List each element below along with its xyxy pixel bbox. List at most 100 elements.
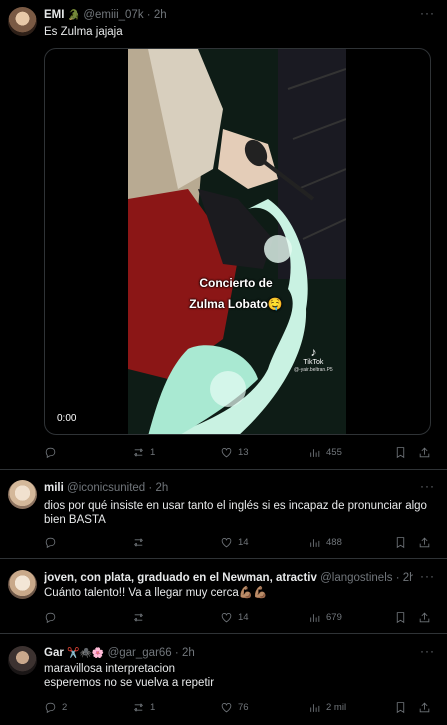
tweet-text: dios por qué insiste en usar tanto el in… bbox=[44, 500, 427, 526]
timestamp[interactable]: 2h bbox=[154, 9, 167, 21]
views-button[interactable]: 488 bbox=[308, 536, 342, 549]
timestamp[interactable]: 2h bbox=[182, 647, 195, 659]
bookmark-icon bbox=[394, 611, 407, 624]
tweet-actions: 14 488 bbox=[44, 536, 435, 552]
separator: · bbox=[146, 9, 151, 21]
tiktok-watermark: ♪ TikTok @-yair.beltran.P5 bbox=[294, 345, 333, 373]
like-icon bbox=[220, 701, 233, 714]
retweet-count: 1 bbox=[150, 702, 156, 713]
share-button[interactable] bbox=[418, 611, 431, 624]
like-count: 14 bbox=[238, 612, 249, 623]
views-button[interactable]: 2 mil bbox=[308, 701, 346, 714]
bookmark-button[interactable] bbox=[394, 701, 407, 714]
share-icon bbox=[418, 536, 431, 549]
share-button[interactable] bbox=[418, 446, 431, 459]
retweet-button[interactable]: 1 bbox=[132, 701, 155, 714]
reply-button[interactable]: 2 bbox=[44, 701, 67, 714]
more-options-icon[interactable]: ··· bbox=[420, 6, 435, 20]
bookmark-icon bbox=[394, 536, 407, 549]
author-handle[interactable]: @iconicsunited bbox=[67, 482, 145, 494]
like-button[interactable]: 14 bbox=[220, 611, 249, 624]
more-options-icon[interactable]: ··· bbox=[420, 479, 435, 493]
separator: · bbox=[148, 482, 153, 494]
more-options-icon[interactable]: ··· bbox=[420, 569, 435, 583]
timestamp[interactable]: 2h bbox=[403, 572, 413, 584]
name-emoji: ✂️🕷️🌸 bbox=[67, 648, 105, 659]
views-icon bbox=[308, 611, 321, 624]
reply-button[interactable] bbox=[44, 611, 62, 624]
views-count: 488 bbox=[326, 537, 342, 548]
views-icon bbox=[308, 446, 321, 459]
tweet-text: Cuánto talento!! Va a llegar muy cerca💪🏽… bbox=[44, 587, 268, 599]
bookmark-button[interactable] bbox=[394, 611, 407, 624]
tweet-text-line-2: esperemos no se vuelva a repetir bbox=[44, 677, 215, 689]
like-button[interactable]: 13 bbox=[220, 446, 249, 459]
avatar[interactable] bbox=[8, 480, 37, 509]
bookmark-button[interactable] bbox=[394, 536, 407, 549]
author-name[interactable]: Gar bbox=[44, 647, 64, 659]
retweet-icon bbox=[132, 446, 145, 459]
reply-icon bbox=[44, 701, 57, 714]
like-icon bbox=[220, 446, 233, 459]
caption-line-2: Zulma Lobato🤤 bbox=[189, 297, 283, 311]
views-count: 2 mil bbox=[326, 702, 347, 713]
like-count: 76 bbox=[238, 702, 249, 713]
tiktok-icon: ♪ bbox=[310, 345, 317, 359]
tweet-joven[interactable]: joven, con plata, graduado en el Newman,… bbox=[0, 559, 447, 634]
tweet-actions: 2 1 76 2 mil bbox=[44, 701, 435, 717]
separator: · bbox=[174, 647, 179, 659]
views-count: 679 bbox=[326, 612, 342, 623]
retweet-icon bbox=[132, 701, 145, 714]
like-icon bbox=[220, 536, 233, 549]
retweet-icon bbox=[132, 611, 145, 624]
avatar[interactable] bbox=[8, 646, 37, 675]
caption-line-1: Concierto de bbox=[199, 276, 273, 290]
share-button[interactable] bbox=[418, 536, 431, 549]
retweet-button[interactable] bbox=[132, 536, 150, 549]
reply-button[interactable] bbox=[44, 446, 62, 459]
share-icon bbox=[418, 701, 431, 714]
name-emoji: 🐊 bbox=[67, 10, 81, 21]
views-count: 455 bbox=[326, 447, 342, 458]
reply-icon bbox=[44, 611, 57, 624]
retweet-count: 1 bbox=[150, 447, 156, 458]
like-button[interactable]: 14 bbox=[220, 536, 249, 549]
tweet-actions: 1 13 455 bbox=[44, 446, 435, 462]
avatar[interactable] bbox=[8, 7, 37, 36]
video-player[interactable]: Concierto de Zulma Lobato🤤 ♪ TikTok @-ya… bbox=[44, 48, 431, 435]
tweet-gar[interactable]: Gar ✂️🕷️🌸 @gar_gar66 · 2h ··· maravillos… bbox=[0, 634, 447, 725]
reply-button[interactable] bbox=[44, 536, 62, 549]
timestamp[interactable]: 2h bbox=[155, 482, 168, 494]
author-handle[interactable]: @gar_gar66 bbox=[108, 647, 172, 659]
bookmark-icon bbox=[394, 701, 407, 714]
like-icon bbox=[220, 611, 233, 624]
views-icon bbox=[308, 701, 321, 714]
tweet-mili[interactable]: mili @iconicsunited · 2h ··· dios por qu… bbox=[0, 470, 447, 559]
author-handle[interactable]: @emiii_07k bbox=[83, 9, 143, 21]
author-name[interactable]: mili bbox=[44, 482, 64, 494]
tiktok-user: @-yair.beltran.P5 bbox=[294, 367, 333, 373]
retweet-button[interactable]: 1 bbox=[132, 446, 155, 459]
retweet-button[interactable] bbox=[132, 611, 150, 624]
tweet-text: Es Zulma jajaja bbox=[44, 26, 123, 38]
video-frame[interactable]: Concierto de Zulma Lobato🤤 ♪ TikTok @-ya… bbox=[128, 49, 346, 434]
more-options-icon[interactable]: ··· bbox=[420, 644, 435, 658]
author-name[interactable]: joven, con plata, graduado en el Newman,… bbox=[44, 572, 317, 584]
share-icon bbox=[418, 611, 431, 624]
avatar[interactable] bbox=[8, 570, 37, 599]
tweet-text-line-1: maravillosa interpretacion bbox=[44, 663, 176, 675]
share-button[interactable] bbox=[418, 701, 431, 714]
separator: · bbox=[395, 572, 400, 584]
reply-icon bbox=[44, 536, 57, 549]
tweet-emi[interactable]: EMI 🐊 @emiii_07k · 2h ··· Es Zulma jajaj… bbox=[0, 0, 447, 470]
views-icon bbox=[308, 536, 321, 549]
views-button[interactable]: 679 bbox=[308, 611, 342, 624]
like-button[interactable]: 76 bbox=[220, 701, 249, 714]
views-button[interactable]: 455 bbox=[308, 446, 342, 459]
author-handle[interactable]: @langostinels bbox=[320, 572, 392, 584]
like-count: 14 bbox=[238, 537, 249, 548]
retweet-icon bbox=[132, 536, 145, 549]
tweet-text: maravillosa interpretacion esperemos no … bbox=[44, 662, 435, 690]
author-name[interactable]: EMI bbox=[44, 9, 64, 21]
bookmark-button[interactable] bbox=[394, 446, 407, 459]
